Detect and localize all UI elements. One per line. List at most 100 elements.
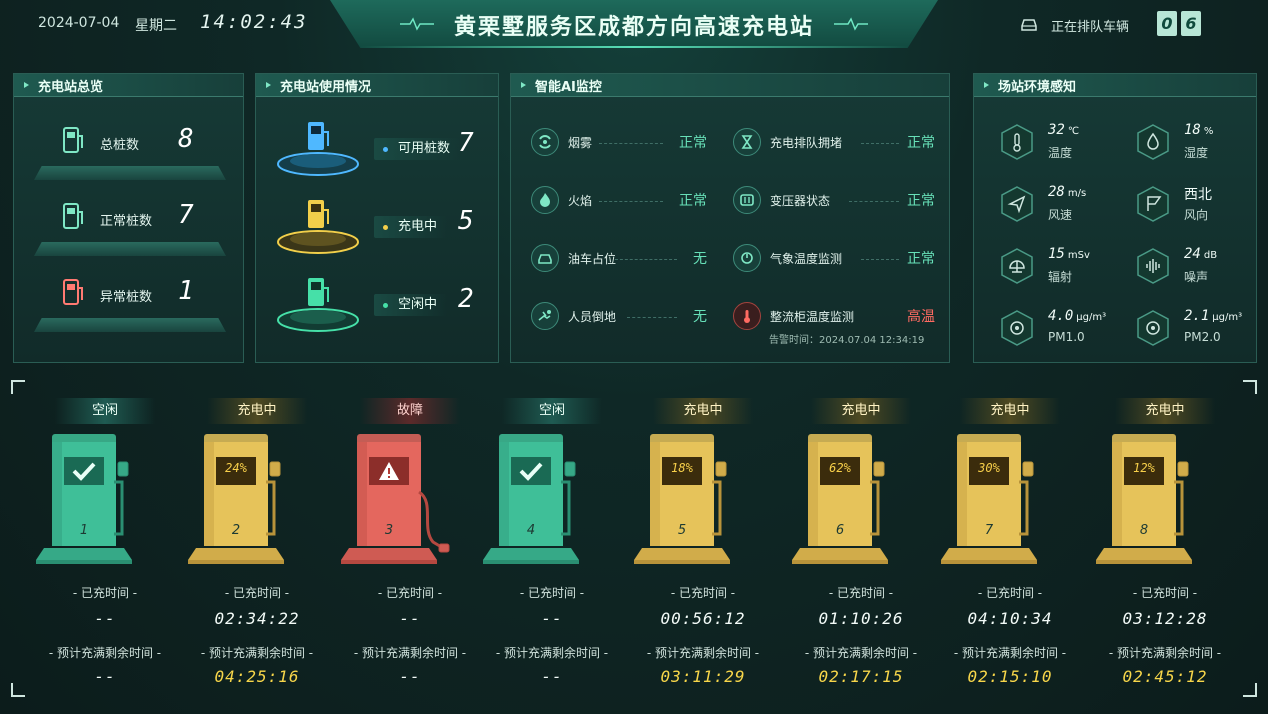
env-noise: 24 dB 噪声 bbox=[1136, 244, 1266, 292]
env-pm2: 2.1 μg/m³ PM2.0 bbox=[1136, 306, 1266, 354]
pile-number: 2 bbox=[231, 523, 241, 538]
hourglass-icon bbox=[733, 128, 761, 156]
ai-label: 变压器状态 bbox=[770, 194, 831, 208]
charger-pile-icon bbox=[1096, 434, 1192, 564]
overview-row-total: 总桩数 8 bbox=[34, 122, 226, 180]
radiation-icon bbox=[1001, 248, 1033, 284]
env-value: 2.1 μg/m³ bbox=[1184, 308, 1243, 324]
charged-time-value: -- bbox=[541, 609, 563, 628]
usage-value: 7 bbox=[458, 128, 474, 158]
arrow-icon bbox=[24, 82, 29, 88]
remaining-time-value: 02:15:10 bbox=[967, 667, 1053, 686]
remaining-time-label: - 预计充满剩余时间 - bbox=[353, 646, 467, 660]
droplet-icon bbox=[1137, 124, 1169, 160]
platform bbox=[34, 166, 226, 180]
remaining-time-value: -- bbox=[399, 667, 421, 686]
remaining-time-label: - 预计充满剩余时间 - bbox=[646, 646, 760, 660]
charger-pile-icon bbox=[483, 434, 579, 564]
env-value: 18% bbox=[1184, 122, 1214, 138]
panel-header: 智能AI监控 bbox=[511, 74, 949, 97]
charged-time-value: -- bbox=[94, 609, 116, 628]
charging-pile-7[interactable]: 充电中 30% 7 - 已充时间 - 04:10:34 - 预计充满剩余时间 - 02:15… bbox=[935, 396, 1085, 696]
panel-title: 场站环境感知 bbox=[998, 79, 1077, 95]
charged-time-label: - 已充时间 - bbox=[224, 586, 290, 600]
pile-status-badge: 充电中 bbox=[1115, 398, 1215, 424]
charging-pile-6[interactable]: 充电中 62% 6 - 已充时间 - 01:10:26 - 预计充满剩余时间 - 02:17… bbox=[786, 396, 936, 696]
queue-label: 正在排队车辆 bbox=[1051, 20, 1130, 35]
queue-count-digit: 6 bbox=[1181, 11, 1201, 36]
ai-item-weather: 气象温度监测 正常 bbox=[733, 242, 935, 276]
charging-pile-3[interactable]: 故障 3 - 已充时间 - -- - 预计充满剩余时间 - -- bbox=[335, 396, 485, 696]
usage-tag: 空闲中 bbox=[374, 294, 448, 316]
pulse-wave-icon bbox=[834, 17, 868, 31]
pm-icon bbox=[1137, 310, 1169, 346]
overview-row-abnormal: 异常桩数 1 bbox=[34, 274, 226, 332]
env-radiation: 15 mSv 辐射 bbox=[1000, 244, 1130, 292]
smoke-icon bbox=[531, 128, 559, 156]
header-weekday: 星期二 bbox=[135, 18, 177, 34]
charged-time-value: 04:10:34 bbox=[967, 609, 1053, 628]
charge-percent: 30% bbox=[978, 461, 1000, 475]
remaining-time-value: 04:25:16 bbox=[214, 667, 300, 686]
charging-pile-8[interactable]: 充电中 12% 8 - 已充时间 - 03:12:28 - 预计充满剩余时间 - 02:45… bbox=[1090, 396, 1240, 696]
environment-panel: 场站环境感知 32 ℃ 温度 18% 湿度 28 m/s 风速 西北 风向 15 mS… bbox=[973, 73, 1257, 363]
pm-icon bbox=[1001, 310, 1033, 346]
overview-label: 总桩数 bbox=[100, 138, 140, 153]
env-wind-speed: 28 m/s 风速 bbox=[1000, 182, 1130, 230]
ai-label: 充电排队拥堵 bbox=[770, 136, 843, 150]
overview-value: 8 bbox=[178, 124, 194, 154]
ai-label: 火焰 bbox=[568, 194, 593, 208]
noise-icon bbox=[1137, 248, 1169, 284]
overview-row-normal: 正常桩数 7 bbox=[34, 198, 226, 256]
header-time: 14:02:43 bbox=[200, 11, 308, 33]
charger-pile-icon bbox=[792, 434, 888, 564]
env-temperature: 32 ℃ 温度 bbox=[1000, 120, 1130, 168]
pile-status-badge: 充电中 bbox=[207, 398, 307, 424]
charged-time-value: 00:56:12 bbox=[660, 609, 746, 628]
charged-time-label: - 已充时间 - bbox=[977, 586, 1043, 600]
env-humidity: 18% 湿度 bbox=[1136, 120, 1266, 168]
ai-status: 无 bbox=[693, 309, 707, 325]
ai-item-queue: 充电排队拥堵 正常 bbox=[733, 126, 935, 160]
ai-item-fuel-car: 油车占位 无 bbox=[531, 242, 707, 276]
wind-direction-icon bbox=[1137, 186, 1169, 222]
dot-icon bbox=[383, 147, 388, 152]
env-name: 辐射 bbox=[1048, 270, 1073, 284]
charger-fault-icon bbox=[63, 279, 83, 305]
pile-status-badge: 充电中 bbox=[811, 398, 911, 424]
charge-percent: 62% bbox=[829, 461, 851, 475]
charging-pile-4[interactable]: 空闲 4 - 已充时间 - -- - 预计充满剩余时间 - -- bbox=[477, 396, 627, 696]
charging-pile-2[interactable]: 充电中 24% 2 - 已充时间 - 02:34:22 - 预计充满剩余时间 - 04:25… bbox=[182, 396, 332, 696]
charge-percent: 18% bbox=[671, 461, 693, 475]
thermometer-icon bbox=[733, 302, 761, 330]
charger-pile-icon bbox=[341, 434, 450, 564]
pile-number: 3 bbox=[384, 523, 394, 538]
frame-corner bbox=[11, 683, 25, 697]
env-name: 噪声 bbox=[1184, 270, 1209, 284]
remaining-time-label: - 预计充满剩余时间 - bbox=[953, 646, 1067, 660]
pile-number: 5 bbox=[677, 523, 687, 538]
overview-label: 正常桩数 bbox=[100, 214, 153, 229]
charging-pile-1[interactable]: 空闲 1 - 已充时间 - -- - 预计充满剩余时间 - -- bbox=[30, 396, 180, 696]
pile-status-badge: 充电中 bbox=[653, 398, 753, 424]
title-glow-line bbox=[360, 46, 908, 48]
charged-time-value: -- bbox=[399, 609, 421, 628]
usage-tag: 可用桩数 bbox=[374, 138, 461, 160]
remaining-time-value: 02:45:12 bbox=[1122, 667, 1208, 686]
charger-pile-icon bbox=[188, 434, 284, 564]
pile-status-badge: 空闲 bbox=[502, 398, 602, 424]
env-pm1: 4.0 μg/m³ PM1.0 bbox=[1000, 306, 1130, 354]
dashed-line bbox=[861, 143, 899, 144]
env-value: 32 ℃ bbox=[1048, 122, 1080, 138]
charged-time-label: - 已充时间 - bbox=[670, 586, 736, 600]
pile-number: 1 bbox=[79, 523, 89, 538]
usage-panel: 充电站使用情况 可用桩数 7 充电中 5 空闲中 2 bbox=[255, 73, 499, 363]
charging-pile-5[interactable]: 充电中 18% 5 - 已充时间 - 00:56:12 - 预计充满剩余时间 - 03:11… bbox=[628, 396, 778, 696]
dashed-line bbox=[861, 259, 899, 260]
wind-speed-icon bbox=[1001, 186, 1033, 222]
ai-item-transformer: 变压器状态 正常 bbox=[733, 184, 935, 218]
ai-status: 正常 bbox=[907, 193, 935, 209]
overview-value: 1 bbox=[178, 276, 194, 306]
arrow-icon bbox=[266, 82, 271, 88]
usage-row-available: 可用桩数 7 bbox=[276, 120, 496, 190]
